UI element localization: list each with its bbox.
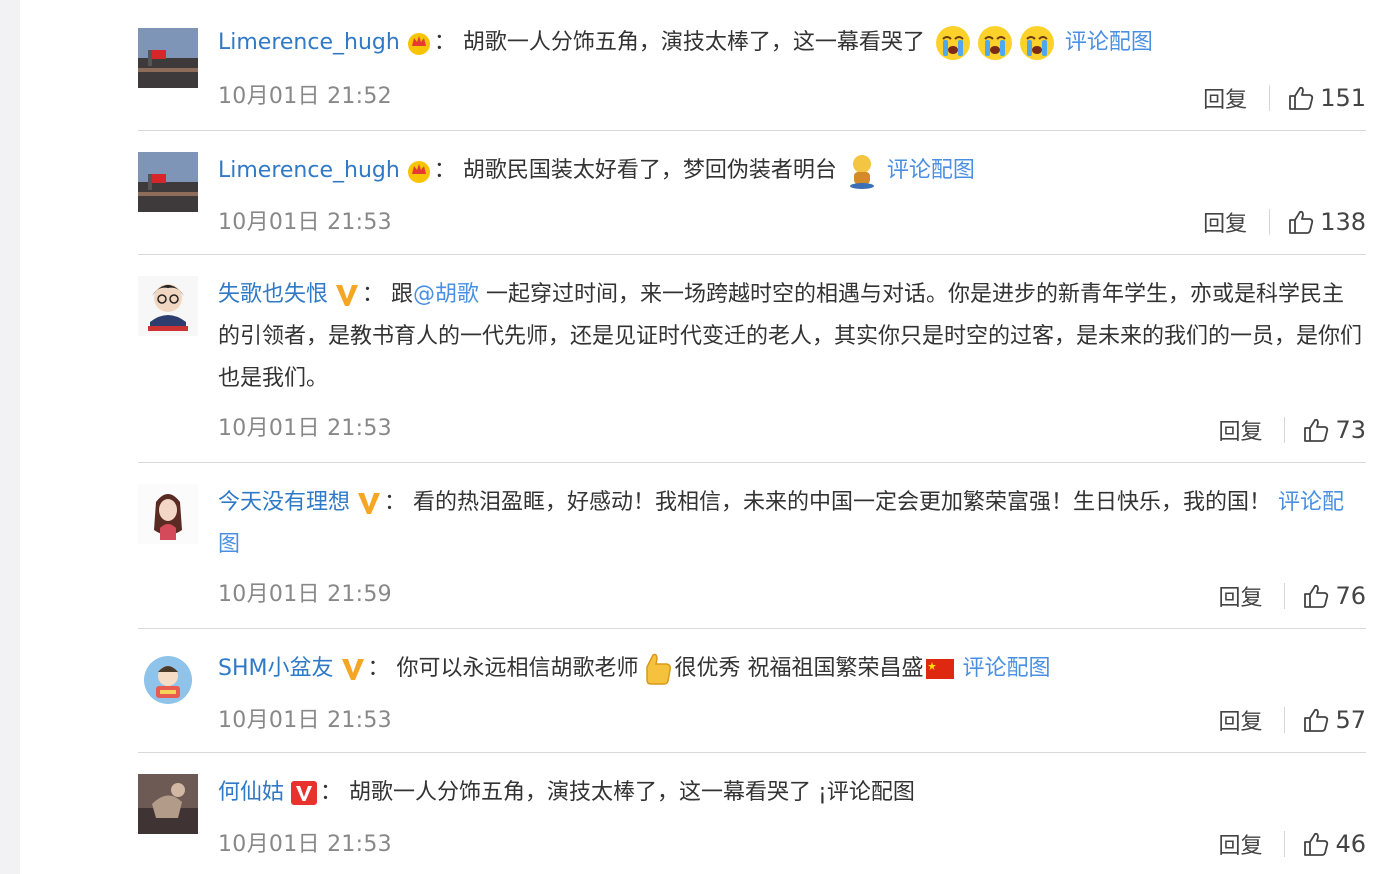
verified-v-icon xyxy=(358,493,381,514)
comment-text: 跟 xyxy=(391,282,414,307)
comment-text-continued: 一起穿过时间，来一场跨越时空的相遇与对话。你是进步的新青年学生，亦或是科学民主的… xyxy=(218,282,1363,391)
thumbs-up-icon[interactable] xyxy=(1288,85,1314,111)
comment-timestamp: 10月01日 21:52 xyxy=(218,84,392,109)
comment-image-link[interactable]: 评论配图 xyxy=(1065,30,1153,55)
like-count: 57 xyxy=(1335,706,1366,734)
crying-face-icon xyxy=(935,26,970,60)
comment-timestamp: 10月01日 21:53 xyxy=(218,210,392,235)
like-count: 151 xyxy=(1320,84,1366,112)
divider xyxy=(1269,209,1271,235)
reply-button[interactable]: 回复 xyxy=(1218,828,1262,860)
comment-text: 胡歌民国装太好看了，梦回伪装者明台 xyxy=(462,158,837,183)
divider xyxy=(1284,583,1286,609)
thumbs-up-icon[interactable] xyxy=(1303,707,1329,733)
comment-body: SHM小盆友： 你可以永远相信胡歌老师 很优秀 祝福祖国繁荣昌盛 评论配图 xyxy=(218,648,1366,690)
verified-v-icon xyxy=(341,659,364,680)
like-count: 138 xyxy=(1320,208,1366,236)
comment-actions: 回复 73 xyxy=(1218,414,1366,446)
thumbs-up-emoji-icon xyxy=(645,653,671,685)
comment-list: Limerence_hugh： 胡歌一人分饰五角，演技太棒了，这一幕看哭了 评论… xyxy=(20,0,1396,874)
comment-timestamp: 10月01日 21:53 xyxy=(218,416,392,441)
comment-timestamp: 10月01日 21:59 xyxy=(218,582,392,607)
avatar[interactable] xyxy=(138,276,198,336)
comment-actions: 回复 57 xyxy=(1218,704,1366,736)
comment-item: Limerence_hugh： 胡歌一人分饰五角，演技太棒了，这一幕看哭了 评论… xyxy=(138,0,1366,131)
username-link[interactable]: SHM小盆友 xyxy=(218,656,334,681)
comment-text: 胡歌一人分饰五角，演技太棒了，这一幕看哭了 xyxy=(462,30,925,55)
comment-body: 何仙姑： 胡歌一人分饰五角，演技太棒了，这一幕看哭了 ¡评论配图 xyxy=(218,780,915,805)
crown-badge-icon xyxy=(407,33,430,55)
comment-timestamp: 10月01日 21:53 xyxy=(218,832,392,857)
comment-image-link[interactable]: 评论配图 xyxy=(887,158,975,183)
emoji-icon xyxy=(849,155,874,189)
thumbs-up-icon[interactable] xyxy=(1288,209,1314,235)
avatar[interactable] xyxy=(138,774,198,834)
comment-actions: 回复 138 xyxy=(1203,206,1366,238)
comment-actions: 回复 76 xyxy=(1218,580,1366,612)
username-link[interactable]: 失歌也失恨 xyxy=(218,282,328,307)
comment-text: 看的热泪盈眶，好感动！我相信，未来的中国一定会更加繁荣富强！生日快乐，我的国！ xyxy=(413,490,1272,515)
username-link[interactable]: 今天没有理想 xyxy=(218,490,350,515)
verified-v-icon xyxy=(291,781,318,805)
mention-link[interactable]: @胡歌 xyxy=(413,282,479,307)
thumbs-up-icon[interactable] xyxy=(1303,417,1329,443)
comment-item: 何仙姑： 胡歌一人分饰五角，演技太棒了，这一幕看哭了 ¡评论配图 10月01日 … xyxy=(138,752,1366,874)
avatar[interactable] xyxy=(138,152,198,212)
crying-face-icon xyxy=(1019,26,1054,60)
comment-item: SHM小盆友： 你可以永远相信胡歌老师 很优秀 祝福祖国繁荣昌盛 评论配图 10月… xyxy=(138,628,1366,753)
like-count: 76 xyxy=(1335,582,1366,610)
comment-item: Limerence_hugh： 胡歌民国装太好看了，梦回伪装者明台 评论配图 1… xyxy=(138,130,1366,255)
comment-timestamp: 10月01日 21:53 xyxy=(218,708,392,733)
reply-button[interactable]: 回复 xyxy=(1203,82,1247,114)
divider xyxy=(1269,85,1271,111)
comment-text: 胡歌一人分饰五角，演技太棒了，这一幕看哭了 ¡评论配图 xyxy=(349,780,915,805)
comment-image-link[interactable]: 评论配图 xyxy=(963,656,1051,681)
comment-item: 失歌也失恨： 跟@胡歌 一起穿过时间，来一场跨越时空的相遇与对话。你是进步的新青… xyxy=(138,254,1366,463)
china-flag-icon xyxy=(925,659,954,679)
reply-button[interactable]: 回复 xyxy=(1218,580,1262,612)
reply-button[interactable]: 回复 xyxy=(1203,206,1247,238)
comment-item: 今天没有理想： 看的热泪盈眶，好感动！我相信，未来的中国一定会更加繁荣富强！生日… xyxy=(138,462,1366,629)
divider xyxy=(1284,707,1286,733)
comment-body: Limerence_hugh： 胡歌民国装太好看了，梦回伪装者明台 评论配图 xyxy=(218,150,1366,192)
reply-button[interactable]: 回复 xyxy=(1218,414,1262,446)
divider xyxy=(1284,831,1286,857)
username-link[interactable]: Limerence_hugh xyxy=(218,30,400,55)
crying-face-icon xyxy=(977,26,1012,60)
crown-badge-icon xyxy=(407,161,430,183)
username-link[interactable]: 何仙姑 xyxy=(218,780,284,805)
avatar[interactable] xyxy=(138,28,198,88)
thumbs-up-icon[interactable] xyxy=(1303,831,1329,857)
username-link[interactable]: Limerence_hugh xyxy=(218,158,400,183)
comment-actions: 回复 46 xyxy=(1218,828,1366,860)
avatar[interactable] xyxy=(138,484,198,544)
comment-text-continued: 很优秀 祝福祖国繁荣昌盛 xyxy=(674,656,924,681)
thumbs-up-icon[interactable] xyxy=(1303,583,1329,609)
like-count: 73 xyxy=(1335,416,1366,444)
comment-actions: 回复 151 xyxy=(1203,82,1366,114)
like-count: 46 xyxy=(1335,830,1366,858)
comment-body: Limerence_hugh： 胡歌一人分饰五角，演技太棒了，这一幕看哭了 评论… xyxy=(218,22,1366,64)
verified-v-icon xyxy=(336,285,359,306)
comment-body: 今天没有理想： 看的热泪盈眶，好感动！我相信，未来的中国一定会更加繁荣富强！生日… xyxy=(218,490,1345,557)
avatar[interactable] xyxy=(138,650,198,710)
divider xyxy=(1284,417,1286,443)
comment-body: 失歌也失恨： 跟@胡歌 一起穿过时间，来一场跨越时空的相遇与对话。你是进步的新青… xyxy=(218,282,1363,391)
comment-text: 你可以永远相信胡歌老师 xyxy=(396,656,639,681)
reply-button[interactable]: 回复 xyxy=(1218,704,1262,736)
